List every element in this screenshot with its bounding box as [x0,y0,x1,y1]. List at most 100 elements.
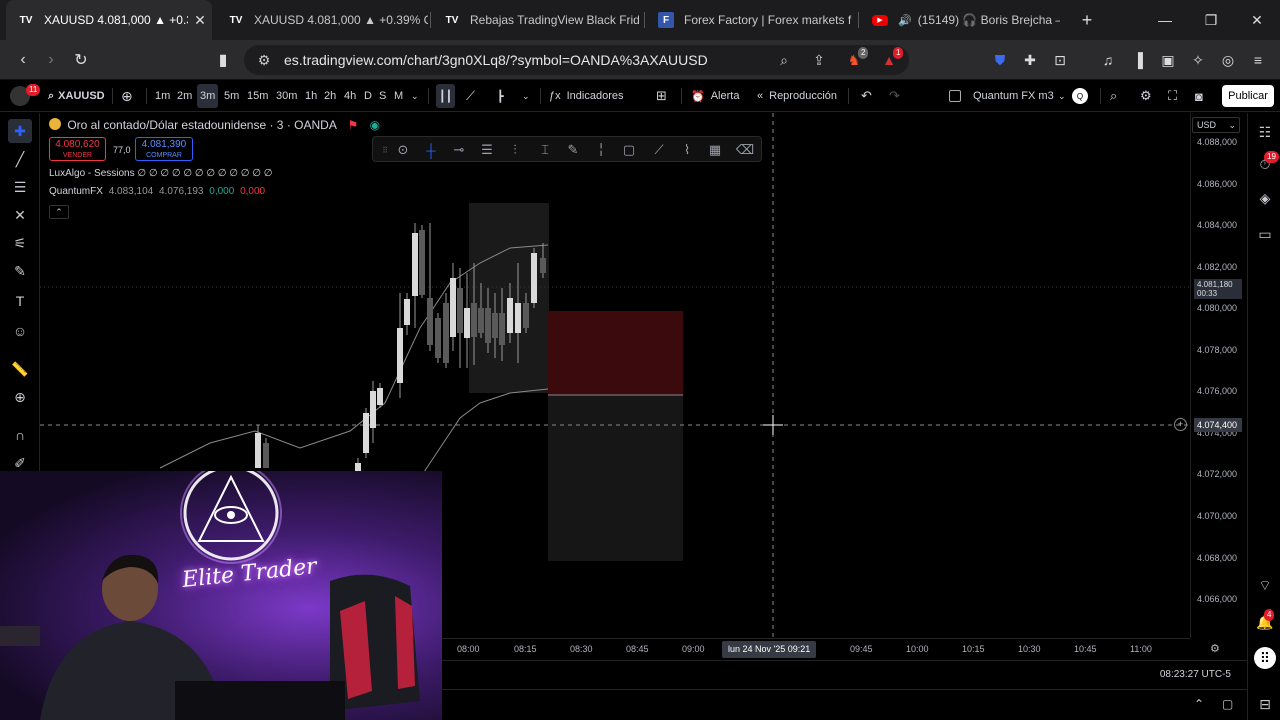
symbol-search[interactable]: ⌕ XAUUSD [48,80,105,112]
browser-tab-4[interactable]: F Forex Factory | Forex markets f [646,0,856,40]
media-icon[interactable]: ♫ [1098,50,1118,70]
circle-cursor-icon[interactable]: ⊙ [393,140,413,160]
emoji-icon[interactable]: ☺ [8,319,32,343]
interval-2m[interactable]: 2m [177,80,192,112]
collapse-sidebar-icon[interactable]: ⊟ [1254,693,1276,715]
vertical-line-icon[interactable]: ╎ [591,140,611,160]
interval-30m[interactable]: 30m [276,80,297,112]
signal-icon[interactable]: ⌔ [1254,575,1276,597]
settings-gear-icon[interactable]: ⚙ [1140,80,1152,112]
brush-icon[interactable]: ✎ [8,259,32,283]
text-icon[interactable]: T [8,289,32,313]
chevron-down-icon[interactable]: ⌄ [1058,80,1066,112]
layout-name[interactable]: Quantum FX m3 [973,80,1054,112]
leo-icon[interactable]: ✧ [1188,50,1208,70]
maximize-panel-icon[interactable]: ▢ [1222,697,1233,711]
interval-D[interactable]: D [364,80,372,112]
flag-icon[interactable]: ⚑ [348,118,359,132]
browser-tab-3[interactable]: TV Rebajas TradingView Black Frid [432,0,642,40]
currency-selector[interactable]: USD ⌄ [1192,117,1240,133]
collapse-legend-button[interactable]: ⌃ [49,205,69,219]
chart-legend-title[interactable]: Oro al contado/Dólar estadounidense · 3 … [49,118,380,132]
share-icon[interactable]: ⇪ [809,50,829,70]
forecast-icon[interactable]: ⚟ [8,231,32,255]
pen-icon[interactable]: ✎ [563,140,583,160]
alert-button[interactable]: ⏰ Alerta [691,80,739,112]
indicators-button[interactable]: ƒx Indicadores [549,80,624,112]
interval-2h[interactable]: 2h [324,80,336,112]
replay-button[interactable]: « Reproducción [757,80,837,112]
candles-icon[interactable]: ┃┃ [436,84,456,108]
path-icon[interactable]: ⌇ [677,140,697,160]
chevron-up-icon[interactable]: ⌃ [1194,697,1204,711]
zoom-icon[interactable]: ⌕ [774,50,794,70]
wallet-icon[interactable]: ▣ [1158,50,1178,70]
speaker-icon[interactable]: 🔊 [898,14,912,27]
eraser-icon[interactable]: ⌫ [735,140,755,160]
watchlist-icon[interactable]: ☷ [1254,121,1276,143]
axis-settings-icon[interactable]: ⚙ [1210,642,1220,655]
interval-S[interactable]: S [379,80,386,112]
trend-line-icon[interactable]: ⟋ [649,140,669,160]
browser-tab-2[interactable]: TV XAUUSD 4.081,000 ▲ +0.39% C [216,0,428,40]
interval-15m[interactable]: 15m [247,80,268,112]
interval-1m[interactable]: 1m [155,80,170,112]
redo-icon[interactable]: ↷ [889,80,900,112]
rectangle-icon[interactable]: ▢ [619,140,639,160]
close-icon[interactable]: ✕ [188,12,212,29]
close-window-button[interactable]: ✕ [1234,0,1280,40]
interval-4h[interactable]: 4h [344,80,356,112]
site-info-icon[interactable]: ⚙ [254,50,274,70]
screenshot-icon[interactable]: ⊡ [1050,50,1070,70]
horizontal-ray-icon[interactable]: ⊸ [449,140,469,160]
interval-5m[interactable]: 5m [224,80,239,112]
restore-button[interactable]: ❐ [1188,0,1234,40]
bookmark-icon[interactable]: ▮ [210,48,236,72]
chevron-down-icon[interactable]: ⌄ [411,80,419,112]
take-profit-zone[interactable] [548,395,683,561]
bars-icon[interactable]: ┣ [497,80,504,112]
vpn-icon[interactable]: ◎ [1218,50,1238,70]
ruler-icon[interactable]: 📏 [8,357,32,381]
indicator-luxalgo[interactable]: LuxAlgo - Sessions ∅ ∅ ∅ ∅ ∅ ∅ ∅ ∅ ∅ ∅ ∅… [49,168,272,179]
stop-loss-zone[interactable] [548,311,683,395]
interval-3m[interactable]: 3m [197,84,219,108]
compare-add-button[interactable]: ⊕ [121,80,133,112]
sell-button[interactable]: 4.080,620 VENDER [49,137,106,161]
fullscreen-icon[interactable]: ⛶ [1168,80,1177,112]
undo-icon[interactable]: ↶ [861,80,872,112]
time-axis[interactable]: 08:00 08:15 08:30 08:45 09:00 lun 24 Nov… [442,638,1190,660]
add-alert-plus-icon[interactable]: + [1174,418,1187,431]
publish-button[interactable]: Publicar [1222,85,1274,107]
layers-icon[interactable]: ◈ [1254,187,1276,209]
browser-tab-1[interactable]: TV XAUUSD 4.081,000 ▲ +0.39% ✕ [6,0,212,40]
magnet-icon[interactable]: ∩ [8,423,32,447]
price-range-icon[interactable]: ⌶ [535,140,555,160]
indicator-quantumfx[interactable]: QuantumFX 4.083,104 4.076,193 0,000 0,00… [49,186,265,197]
templates-icon[interactable]: ⊞ [656,80,667,112]
drag-handle-icon[interactable]: ⠿ [375,140,395,160]
reload-button[interactable]: ↻ [68,48,94,72]
pattern-icon[interactable]: ✕ [8,203,32,227]
minimize-button[interactable]: — [1142,0,1188,40]
regression-icon[interactable]: ⫶ [505,140,525,160]
price-axis[interactable]: 4.088,000 4.086,000 4.084,000 4.082,000 … [1190,113,1246,638]
apps-grid-icon[interactable]: ⠿ [1254,647,1276,669]
forward-button[interactable]: › [38,48,64,72]
line-chart-icon[interactable]: ⟋ [466,80,475,112]
trendline-icon[interactable]: ╱ [8,147,32,171]
extensions-icon[interactable]: ✚ [1020,50,1040,70]
grid-icon[interactable]: ▦ [705,140,725,160]
layout-checkbox[interactable] [949,80,961,112]
utc-clock[interactable]: 08:23:27 UTC-5 [1160,669,1231,680]
interval-1h[interactable]: 1h [305,80,317,112]
buy-button[interactable]: 4.081,390 COMPRAR [135,137,193,161]
browser-tab-5[interactable]: ▶ 🔊 (15149) 🎧 Boris Brejcha – [860,0,1060,40]
interval-M[interactable]: M [394,80,403,112]
chevron-down-icon[interactable]: ⌄ [522,80,530,112]
sidebar-icon[interactable]: ▐ [1128,50,1148,70]
layout-badge[interactable]: Q [1072,80,1088,112]
zoom-in-icon[interactable]: ⊕ [8,385,32,409]
cross-cursor-icon[interactable]: ┼ [421,140,441,160]
parallel-channel-icon[interactable]: ☰ [477,140,497,160]
